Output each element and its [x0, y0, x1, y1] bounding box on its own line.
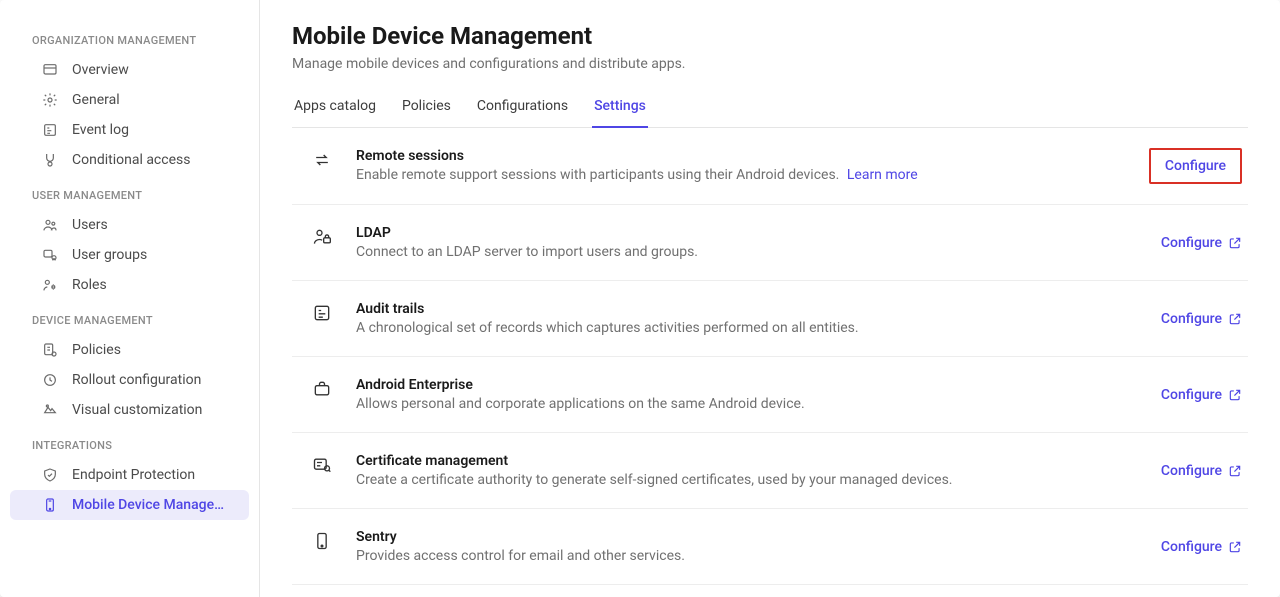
- sidebar-item-label: Rollout configuration: [72, 372, 201, 388]
- tab-policies[interactable]: Policies: [400, 90, 453, 128]
- setting-certificate-management: Certificate management Create a certific…: [292, 433, 1248, 509]
- tabs: Apps catalog Policies Configurations Set…: [292, 90, 1248, 128]
- sidebar-section-integrations: INTEGRATIONS: [0, 425, 259, 460]
- briefcase-icon: [312, 379, 332, 399]
- sidebar-item-endpoint-protection[interactable]: Endpoint Protection: [10, 460, 249, 490]
- setting-desc: Enable remote support sessions with part…: [356, 167, 1125, 183]
- sidebar-section-device: DEVICE MANAGEMENT: [0, 300, 259, 335]
- external-link-icon: [1228, 464, 1242, 478]
- sidebar-item-visual-customization[interactable]: Visual customization: [10, 395, 249, 425]
- conditional-access-icon: [42, 152, 58, 168]
- setting-title: Audit trails: [356, 301, 1137, 317]
- sidebar-item-label: Overview: [72, 62, 129, 78]
- setting-desc: Create a certificate authority to genera…: [356, 472, 1137, 488]
- configure-remote-sessions-button[interactable]: Configure: [1149, 148, 1242, 184]
- sidebar-item-roles[interactable]: Roles: [10, 270, 249, 300]
- shield-icon: [42, 467, 58, 483]
- sidebar-item-event-log[interactable]: Event log: [10, 115, 249, 145]
- tab-configurations[interactable]: Configurations: [475, 90, 570, 128]
- mdm-icon: [42, 497, 58, 513]
- configure-label: Configure: [1161, 387, 1222, 403]
- setting-desc: Connect to an LDAP server to import user…: [356, 244, 1137, 260]
- sidebar-item-user-groups[interactable]: User groups: [10, 240, 249, 270]
- certificate-icon: [312, 455, 332, 475]
- users-icon: [42, 217, 58, 233]
- configure-label: Configure: [1161, 235, 1222, 251]
- gear-icon: [42, 92, 58, 108]
- sidebar-item-label: User groups: [72, 247, 147, 263]
- setting-title: Sentry: [356, 529, 1137, 545]
- setting-desc: Allows personal and corporate applicatio…: [356, 396, 1137, 412]
- setting-apple-mdm-certificate: Apple MDM Certificate Apple requires you…: [292, 585, 1248, 597]
- configure-ldap-button[interactable]: Configure: [1161, 235, 1242, 251]
- sidebar-item-label: Users: [72, 217, 108, 233]
- sidebar-item-conditional-access[interactable]: Conditional access: [10, 145, 249, 175]
- configure-audit-button[interactable]: Configure: [1161, 311, 1242, 327]
- external-link-icon: [1228, 236, 1242, 250]
- sidebar-item-general[interactable]: General: [10, 85, 249, 115]
- setting-ldap: LDAP Connect to an LDAP server to import…: [292, 205, 1248, 281]
- user-groups-icon: [42, 247, 58, 263]
- configure-certificate-button[interactable]: Configure: [1161, 463, 1242, 479]
- configure-sentry-button[interactable]: Configure: [1161, 539, 1242, 555]
- setting-title: Android Enterprise: [356, 377, 1137, 393]
- sidebar-item-label: Policies: [72, 342, 121, 358]
- sidebar-section-user: USER MANAGEMENT: [0, 175, 259, 210]
- configure-android-enterprise-button[interactable]: Configure: [1161, 387, 1242, 403]
- sidebar-item-label: Roles: [72, 277, 107, 293]
- swap-icon: [312, 150, 332, 170]
- settings-list: Remote sessions Enable remote support se…: [260, 128, 1280, 597]
- setting-title: Remote sessions: [356, 148, 1125, 164]
- external-link-icon: [1228, 540, 1242, 554]
- setting-remote-sessions: Remote sessions Enable remote support se…: [292, 128, 1248, 205]
- setting-title: Certificate management: [356, 453, 1137, 469]
- sidebar-item-label: Visual customization: [72, 402, 202, 418]
- sidebar: ORGANIZATION MANAGEMENT Overview General…: [0, 0, 260, 597]
- setting-title: LDAP: [356, 225, 1137, 241]
- configure-label: Configure: [1161, 539, 1222, 555]
- page-subtitle: Manage mobile devices and configurations…: [292, 56, 1248, 72]
- page-title: Mobile Device Management: [292, 22, 1248, 50]
- sidebar-item-label: General: [72, 92, 120, 108]
- visual-icon: [42, 402, 58, 418]
- audit-icon: [312, 303, 332, 323]
- setting-desc: Provides access control for email and ot…: [356, 548, 1137, 564]
- main-content: Mobile Device Management Manage mobile d…: [260, 0, 1280, 597]
- tab-settings[interactable]: Settings: [592, 90, 648, 128]
- external-link-icon: [1228, 312, 1242, 326]
- main-header: Mobile Device Management Manage mobile d…: [260, 0, 1280, 128]
- configure-label: Configure: [1165, 158, 1226, 174]
- sidebar-section-org: ORGANIZATION MANAGEMENT: [0, 20, 259, 55]
- setting-desc: A chronological set of records which cap…: [356, 320, 1137, 336]
- sidebar-item-mdm[interactable]: Mobile Device Managem...: [10, 490, 249, 520]
- setting-android-enterprise: Android Enterprise Allows personal and c…: [292, 357, 1248, 433]
- configure-label: Configure: [1161, 311, 1222, 327]
- sidebar-item-label: Event log: [72, 122, 129, 138]
- sidebar-item-label: Endpoint Protection: [72, 467, 195, 483]
- learn-more-link[interactable]: Learn more: [847, 167, 918, 183]
- sidebar-item-label: Mobile Device Managem...: [72, 497, 229, 513]
- sidebar-item-policies[interactable]: Policies: [10, 335, 249, 365]
- roles-icon: [42, 277, 58, 293]
- phone-icon: [312, 531, 332, 551]
- external-link-icon: [1228, 388, 1242, 402]
- sidebar-item-label: Conditional access: [72, 152, 190, 168]
- policies-icon: [42, 342, 58, 358]
- dashboard-icon: [42, 62, 58, 78]
- rollout-icon: [42, 372, 58, 388]
- ldap-icon: [312, 227, 332, 247]
- sidebar-item-overview[interactable]: Overview: [10, 55, 249, 85]
- event-log-icon: [42, 122, 58, 138]
- sidebar-item-rollout[interactable]: Rollout configuration: [10, 365, 249, 395]
- configure-label: Configure: [1161, 463, 1222, 479]
- tab-apps-catalog[interactable]: Apps catalog: [292, 90, 378, 128]
- setting-sentry: Sentry Provides access control for email…: [292, 509, 1248, 585]
- setting-audit-trails: Audit trails A chronological set of reco…: [292, 281, 1248, 357]
- sidebar-item-users[interactable]: Users: [10, 210, 249, 240]
